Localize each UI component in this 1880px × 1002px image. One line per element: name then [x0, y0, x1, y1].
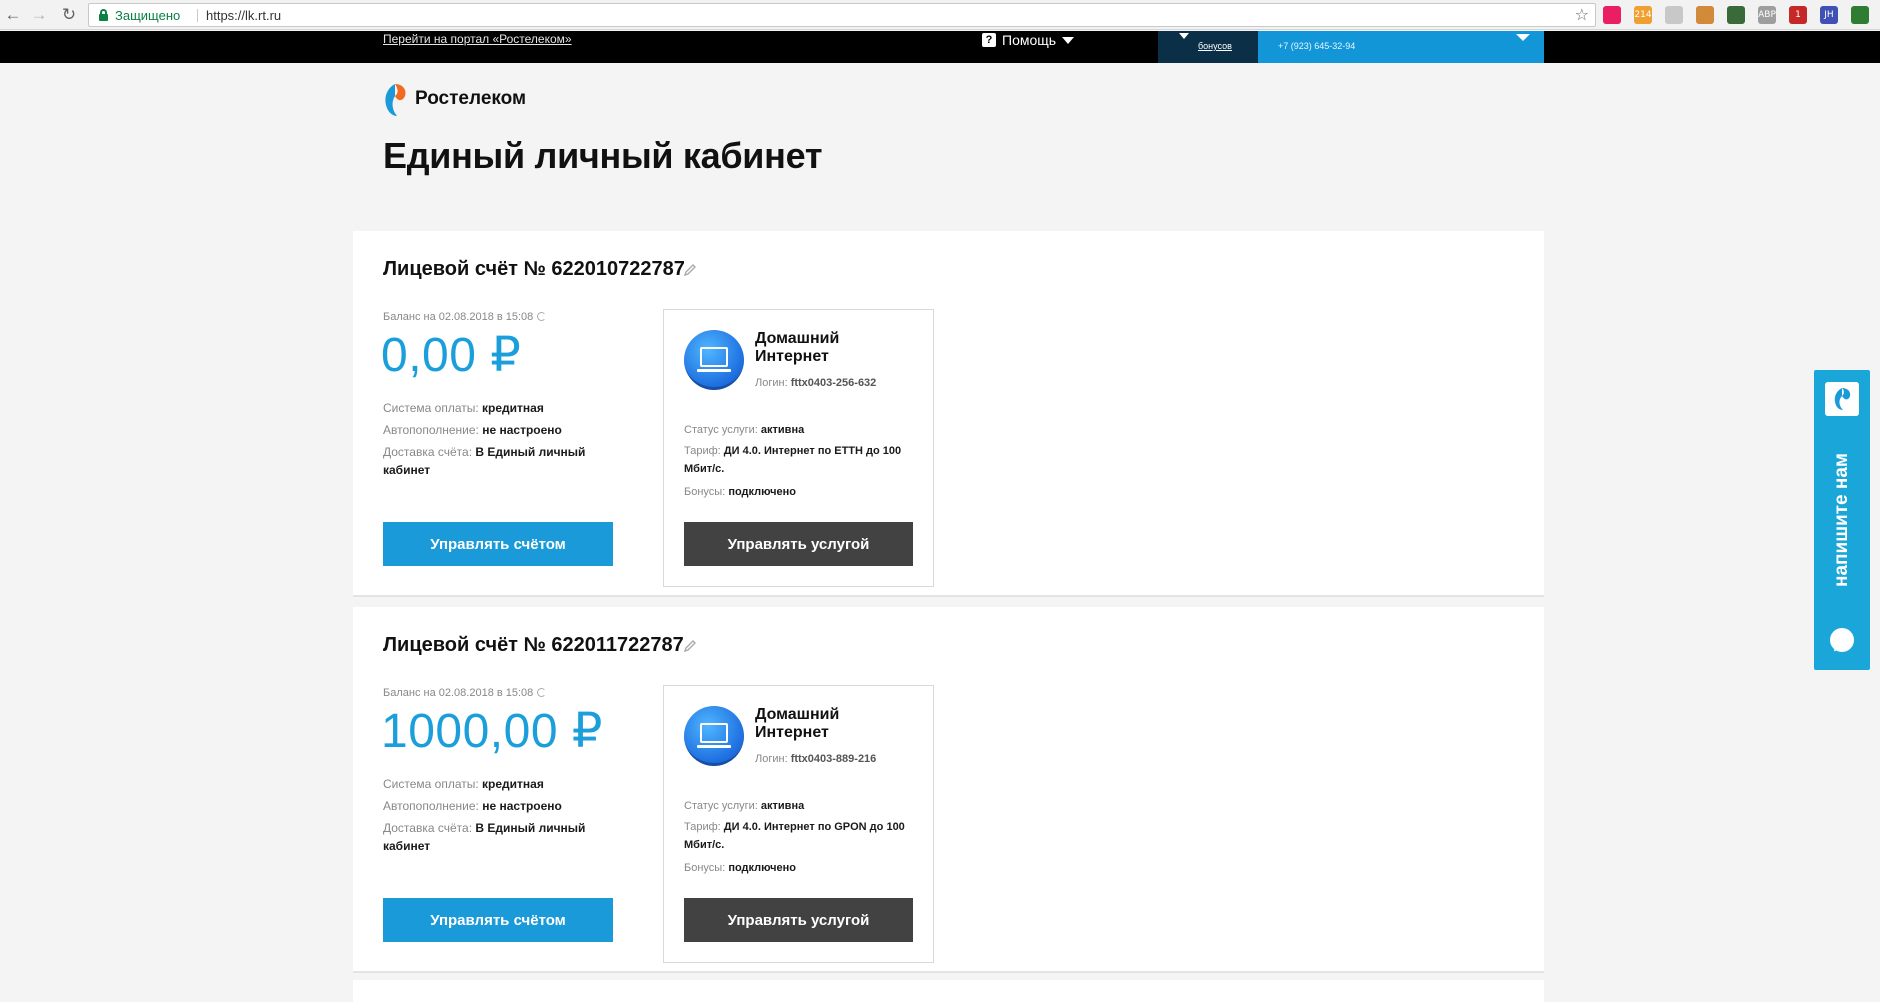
payment-system: Система оплаты: кредитная [383, 777, 544, 791]
secure-label: Защищено [115, 8, 181, 23]
contact-us-label: напишите нам [1831, 453, 1852, 587]
rss-extension-icon[interactable]: 214 [1634, 6, 1652, 24]
brand-name: Ростелеком [415, 88, 527, 109]
service-login: Логин: fttx0403-256-632 [755, 377, 877, 389]
service-name: Домашний Интернет [755, 706, 840, 741]
monitor-icon [684, 330, 744, 390]
autopay-status: Автопополнение: не настроено [383, 799, 562, 813]
extension-jh-icon[interactable]: JH [1820, 6, 1838, 24]
service-name: Домашний Интернет [755, 330, 840, 365]
bookmark-star-icon[interactable]: ☆ [1575, 5, 1589, 25]
page-title: Единый личный кабинет [383, 135, 823, 176]
lock-icon [99, 9, 108, 21]
service-tariff: Тариф: ДИ 4.0. Интернет по ETTH до 100 М… [684, 445, 902, 475]
service-bonus: Бонусы: подключено [684, 862, 796, 874]
back-arrow-icon[interactable]: ← [2, 4, 24, 26]
edit-pencil-icon[interactable] [683, 639, 697, 653]
bonus-label: бонусов [1198, 41, 1232, 51]
balance-amount: 1000,00 ₽ [381, 705, 603, 758]
autopay-status: Автопополнение: не настроено [383, 423, 562, 437]
payment-system: Система оплаты: кредитная [383, 401, 544, 415]
manage-account-button[interactable]: Управлять счётом [383, 522, 613, 566]
balance-caption: Баланс на 02.08.2018 в 15:08 [383, 687, 547, 699]
extension-badge-icon[interactable]: 1 [1789, 6, 1807, 24]
chevron-down-icon [1062, 36, 1075, 44]
extension-glasses-icon[interactable] [1727, 6, 1745, 24]
address-bar[interactable]: Защищено https://lk.rt.ru ☆ [88, 3, 1596, 27]
balance-caption: Баланс на 02.08.2018 в 15:08 [383, 311, 547, 323]
balance-amount: 0,00 ₽ [381, 329, 522, 382]
service-login: Логин: fttx0403-889-216 [755, 753, 877, 765]
chat-bubble-icon [1830, 628, 1854, 654]
account-title: Лицевой счёт № 622010722787 [383, 258, 685, 280]
rostelecom-logo-icon [1825, 382, 1859, 416]
bonus-widget[interactable]: бонусов [1158, 31, 1258, 63]
browser-toolbar: ← → ↻ Защищено https://lk.rt.ru ☆ 214 ABP… [0, 0, 1880, 30]
account-card: Лицевой счёт № 622011722787 Баланс на 02… [353, 607, 1544, 973]
rostelecom-logo-icon[interactable] [383, 82, 407, 118]
user-menu[interactable]: +7 (923) 645-32-94 [1258, 31, 1544, 63]
forward-arrow-icon[interactable]: → [28, 4, 50, 26]
manage-account-button[interactable]: Управлять счётом [383, 898, 613, 942]
manage-service-button[interactable]: Управлять услугой [684, 522, 913, 566]
service-bonus: Бонусы: подключено [684, 486, 796, 498]
cookie-extension-icon[interactable] [1696, 6, 1714, 24]
extension-envelope-icon[interactable] [1665, 6, 1683, 24]
help-label: Помощь [1002, 32, 1057, 48]
service-card: Домашний Интернет Логин: fttx0403-256-63… [663, 309, 934, 587]
extension-green-icon[interactable] [1851, 6, 1869, 24]
site-top-bar: Перейти на портал «Ростелеком» ? Помощь [0, 31, 1880, 63]
adblock-extension-icon[interactable]: ABP [1758, 6, 1776, 24]
reload-icon[interactable]: ↻ [58, 4, 80, 26]
contact-us-widget[interactable]: напишите нам [1814, 370, 1870, 670]
portal-link[interactable]: Перейти на портал «Ростелеком» [383, 32, 572, 46]
user-phone: +7 (923) 645-32-94 [1278, 41, 1356, 51]
service-tariff: Тариф: ДИ 4.0. Интернет по GPON до 100 М… [684, 821, 905, 851]
chevron-down-icon [1516, 34, 1530, 41]
refresh-icon[interactable] [537, 312, 547, 321]
chevron-down-icon [1179, 33, 1189, 39]
bill-delivery: Доставка счёта: В Единый личный кабинет [383, 445, 586, 477]
monitor-icon [684, 706, 744, 766]
manage-service-button[interactable]: Управлять услугой [684, 898, 913, 942]
refresh-icon[interactable] [537, 688, 547, 697]
address-separator [197, 9, 198, 22]
account-card: Лицевой счёт № 622010722787 Баланс на 02… [353, 231, 1544, 597]
bill-delivery: Доставка счёта: В Единый личный кабинет [383, 821, 586, 853]
service-status: Статус услуги: активна [684, 800, 805, 812]
service-card: Домашний Интернет Логин: fttx0403-889-21… [663, 685, 934, 963]
url-text[interactable]: https://lk.rt.ru [206, 8, 281, 23]
account-title: Лицевой счёт № 622011722787 [383, 634, 684, 656]
edit-pencil-icon[interactable] [683, 263, 697, 277]
service-status: Статус услуги: активна [684, 424, 805, 436]
account-card-partial [353, 980, 1544, 1002]
question-icon: ? [982, 33, 996, 47]
extension-pink-icon[interactable] [1603, 6, 1621, 24]
help-menu[interactable]: ? Помощь [982, 32, 1075, 48]
